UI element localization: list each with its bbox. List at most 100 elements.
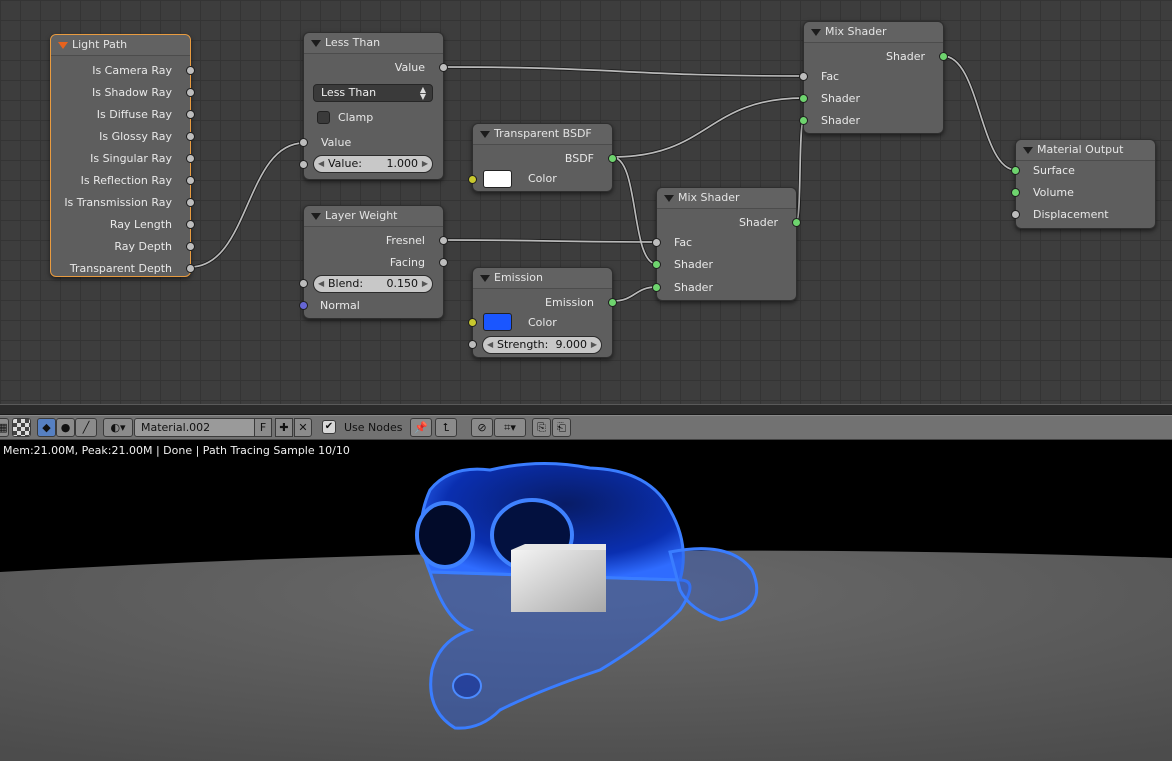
displacement-label: Displacement [1033,208,1109,221]
collapse-arrow-icon[interactable] [311,213,321,220]
compositor-brush-icon[interactable]: ╱ [75,418,97,437]
socket-volume[interactable] [1011,188,1020,197]
output-is-singular-ray: Is Singular Ray [90,152,172,165]
mix-shader-header[interactable]: Mix Shader [657,188,796,209]
use-nodes-checkbox[interactable]: ✔ [322,420,336,434]
transparent-bsdf-node[interactable]: Transparent BSDF BSDF Color [468,123,617,192]
socket-color[interactable] [468,175,477,184]
copy-nodes-icon[interactable]: ⎘ [532,418,551,437]
socket-displacement[interactable] [1011,210,1020,219]
go-parent-icon[interactable]: ⮤ [435,418,457,437]
socket-output-shader[interactable] [792,218,801,227]
pin-icon[interactable]: 📌 [410,418,432,437]
fake-user-button[interactable]: F [254,418,272,437]
decrement-arrow-icon[interactable]: ◀ [318,276,324,292]
light-path-header[interactable]: Light Path [51,35,190,56]
socket-fac[interactable] [652,238,661,247]
less-than-node[interactable]: Less Than Value Less Than ▲ ▼ Clamp Value… [299,32,448,180]
socket-shader-2[interactable] [799,116,808,125]
material-browse-icon[interactable]: ◐▾ [103,418,133,437]
socket-transparent-depth[interactable] [186,264,195,273]
emission-node[interactable]: Emission Emission Color ◀ Strength: 9.00… [468,267,617,358]
collapse-arrow-icon[interactable] [811,29,821,36]
node-editor[interactable]: Light Path Is Camera Ray Is Shadow Ray I… [0,0,1172,404]
object-shader-icon[interactable]: ◆ [37,418,56,437]
socket-input-value[interactable] [299,138,308,147]
snap-toggle-icon[interactable]: ⊘ [471,418,493,437]
socket-ray-depth[interactable] [186,242,195,251]
collapse-arrow-icon[interactable] [311,40,321,47]
new-material-icon[interactable]: ✚ [275,418,293,437]
socket-normal[interactable] [299,301,308,310]
socket-input-value-2[interactable] [299,160,308,169]
socket-shader-1[interactable] [652,260,661,269]
mix-shader-node-2[interactable]: Mix Shader Shader Fac Shader Shader [652,187,801,301]
decrement-arrow-icon[interactable]: ◀ [318,156,324,172]
layer-weight-node[interactable]: Layer Weight Fresnel Facing ◀ Blend: 0.1… [299,205,448,319]
operation-dropdown[interactable]: Less Than ▲ ▼ [313,84,433,102]
blend-field[interactable]: ◀ Blend: 0.150 ▶ [313,275,433,293]
material-output-header[interactable]: Material Output [1016,140,1155,161]
socket-facing[interactable] [439,258,448,267]
collapse-arrow-icon[interactable] [664,195,674,202]
color-swatch[interactable] [483,170,512,188]
collapse-arrow-icon[interactable] [1023,147,1033,154]
color-label: Color [528,316,557,329]
unlink-material-icon[interactable]: ✕ [294,418,312,437]
clamp-checkbox[interactable] [317,111,330,124]
socket-output-shader[interactable] [939,52,948,61]
strength-field[interactable]: ◀ Strength: 9.000 ▶ [482,336,602,354]
collapse-arrow-icon[interactable] [480,131,490,138]
socket-output-value[interactable] [439,63,448,72]
output-fresnel-label: Fresnel [385,234,425,247]
less-than-header[interactable]: Less Than [304,33,443,54]
socket-is-camera-ray[interactable] [186,66,195,75]
socket-fresnel[interactable] [439,236,448,245]
light-path-node[interactable]: Light Path Is Camera Ray Is Shadow Ray I… [50,34,195,277]
output-shader-label: Shader [886,50,925,63]
color-label: Color [528,172,557,185]
socket-color[interactable] [468,318,477,327]
area-divider[interactable] [0,404,1172,415]
socket-surface[interactable] [1011,166,1020,175]
material-name-field[interactable]: Material.002 [134,418,255,437]
socket-is-diffuse-ray[interactable] [186,110,195,119]
socket-is-reflection-ray[interactable] [186,176,195,185]
socket-blend[interactable] [299,279,308,288]
value-field[interactable]: ◀ Value: 1.000 ▶ [313,155,433,173]
increment-arrow-icon[interactable]: ▶ [422,276,428,292]
socket-is-glossy-ray[interactable] [186,132,195,141]
socket-ray-length[interactable] [186,220,195,229]
mix-shader-header[interactable]: Mix Shader [804,22,943,43]
paste-nodes-icon[interactable]: ⎗ [552,418,571,437]
collapse-arrow-icon[interactable] [58,42,68,49]
texture-icon[interactable] [12,418,31,437]
collapse-arrow-icon[interactable] [480,275,490,282]
layer-weight-header[interactable]: Layer Weight [304,206,443,227]
socket-is-shadow-ray[interactable] [186,88,195,97]
socket-is-transmission-ray[interactable] [186,198,195,207]
socket-shader-1[interactable] [799,94,808,103]
decrement-arrow-icon[interactable]: ◀ [487,337,493,353]
emission-header[interactable]: Emission [473,268,612,289]
node-title: Mix Shader [825,25,887,38]
socket-emission[interactable] [608,298,617,307]
material-output-node[interactable]: Material Output Surface Volume Displacem… [1011,139,1156,229]
clamp-label: Clamp [338,111,374,124]
socket-shader-2[interactable] [652,283,661,292]
node-title: Less Than [325,36,381,49]
color-swatch[interactable] [483,313,512,331]
node-title: Emission [494,271,543,284]
socket-strength[interactable] [468,340,477,349]
increment-arrow-icon[interactable]: ▶ [422,156,428,172]
shader1-label: Shader [674,258,713,271]
world-icon[interactable]: ● [56,418,75,437]
snap-element-icon[interactable]: ⌗▾ [494,418,526,437]
socket-is-singular-ray[interactable] [186,154,195,163]
editor-type-icon[interactable]: ▦ [0,418,9,437]
increment-arrow-icon[interactable]: ▶ [591,337,597,353]
transparent-bsdf-header[interactable]: Transparent BSDF [473,124,612,145]
mix-shader-node-1[interactable]: Mix Shader Shader Fac Shader Shader [799,21,948,134]
socket-bsdf[interactable] [608,154,617,163]
socket-fac[interactable] [799,72,808,81]
